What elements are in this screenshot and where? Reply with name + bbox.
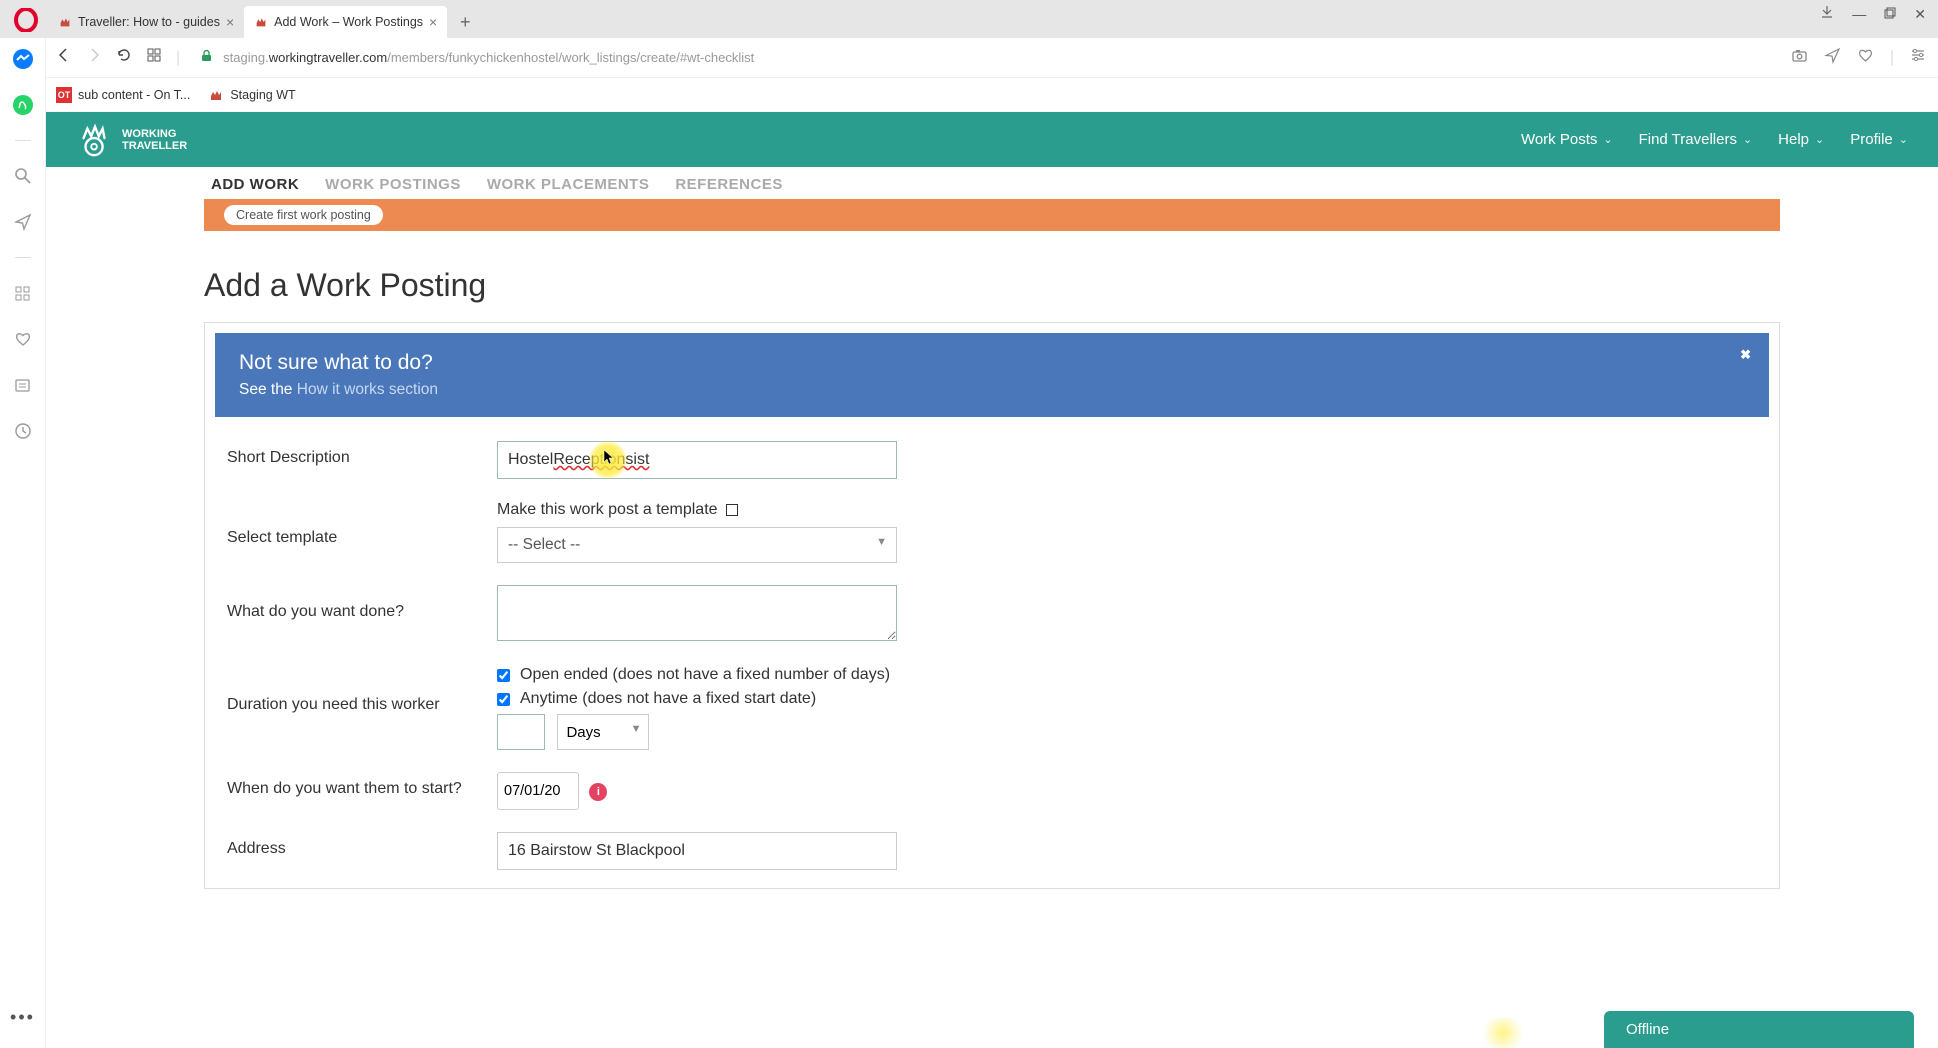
chevron-down-icon: ⌄ [1899, 133, 1908, 146]
address-label: Address [227, 832, 497, 858]
bookmark-item[interactable]: OT sub content - On T... [56, 87, 190, 103]
duration-count-input[interactable] [497, 714, 545, 750]
back-button[interactable] [56, 47, 72, 68]
info-badge-icon[interactable]: i [589, 783, 607, 801]
subnav-tabs: ADD WORK WORK POSTINGS WORK PLACEMENTS R… [46, 167, 1938, 199]
opera-sidebar: ••• [0, 38, 46, 1048]
page-viewport: WORKING TRAVELLER Work Posts⌄ Find Trave… [46, 112, 1938, 1048]
duration-label: Duration you need this worker [227, 668, 497, 714]
browser-tab[interactable]: Add Work – Work Postings × [244, 6, 447, 38]
grid-icon[interactable] [12, 282, 34, 304]
chat-offline-badge[interactable]: Offline [1604, 1011, 1914, 1048]
lock-icon [200, 49, 213, 67]
nav-findtravellers[interactable]: Find Travellers⌄ [1639, 131, 1753, 148]
download-icon[interactable] [1820, 5, 1834, 22]
more-icon[interactable]: ••• [12, 1006, 34, 1028]
close-icon[interactable]: ✖ [1740, 347, 1751, 363]
chevron-down-icon: ⌄ [1815, 133, 1824, 146]
tab-workplacements[interactable]: WORK PLACEMENTS [487, 176, 650, 199]
whatsapp-icon[interactable] [12, 94, 34, 116]
bookmark-bar: OT sub content - On T... Staging WT [0, 78, 1938, 112]
speeddial-icon[interactable] [146, 47, 162, 68]
tab-workpostings[interactable]: WORK POSTINGS [325, 176, 461, 199]
page-title: Add a Work Posting [204, 267, 1938, 304]
news-icon[interactable] [12, 374, 34, 396]
form-card: Not sure what to do? See the How it work… [204, 322, 1780, 889]
send-icon[interactable] [12, 211, 34, 233]
template-select[interactable]: -- Select -- [497, 527, 897, 563]
tab-addwork[interactable]: ADD WORK [211, 176, 299, 199]
heart-icon[interactable] [1857, 47, 1874, 69]
site-header: WORKING TRAVELLER Work Posts⌄ Find Trave… [46, 112, 1938, 167]
onetab-icon: OT [56, 87, 72, 103]
start-date-label: When do you want them to start? [227, 772, 497, 798]
logo-text: TRAVELLER [122, 140, 187, 152]
hand-icon [208, 87, 224, 103]
settings-slider-icon[interactable] [1910, 47, 1926, 68]
tab-title: Add Work – Work Postings [274, 15, 423, 29]
nav-profile[interactable]: Profile⌄ [1850, 131, 1908, 148]
checklist-bar: Create first work posting [204, 199, 1780, 231]
close-window-icon[interactable]: ✕ [1914, 6, 1926, 23]
help-banner: Not sure what to do? See the How it work… [215, 333, 1769, 417]
help-heading: Not sure what to do? [239, 351, 1745, 375]
reload-button[interactable] [116, 47, 132, 68]
bookmark-item[interactable]: Staging WT [208, 87, 295, 103]
checkbox-icon[interactable] [497, 693, 510, 706]
help-link[interactable]: How it works section [297, 381, 438, 398]
heart-icon[interactable] [12, 328, 34, 350]
anytime-checkbox[interactable]: Anytime (does not have a fixed start dat… [497, 690, 1757, 708]
short-desc-label: Short Description [227, 441, 497, 467]
help-text: See the How it works section [239, 381, 1745, 399]
camera-icon[interactable] [1791, 47, 1808, 69]
nav-help[interactable]: Help⌄ [1778, 131, 1824, 148]
browser-nav-bar: | staging.workingtraveller.com/members/f… [0, 38, 1938, 78]
checklist-chip[interactable]: Create first work posting [224, 205, 383, 225]
open-ended-checkbox[interactable]: Open ended (does not have a fixed number… [497, 666, 1757, 684]
what-done-textarea[interactable] [497, 585, 897, 641]
messenger-icon[interactable] [12, 48, 34, 70]
history-icon[interactable] [12, 420, 34, 442]
checkbox-icon[interactable] [497, 669, 510, 682]
browser-tab-strip: Traveller: How to - guides × Add Work – … [0, 0, 1938, 38]
minimize-icon[interactable]: — [1852, 6, 1866, 23]
hand-icon [58, 15, 72, 29]
send-icon[interactable] [1824, 47, 1841, 69]
maximize-icon[interactable] [1884, 6, 1896, 23]
hand-logo-icon [76, 121, 114, 159]
address-bar[interactable]: staging.workingtraveller.com/members/fun… [200, 49, 1777, 67]
address-input[interactable] [497, 832, 897, 870]
search-icon[interactable] [12, 165, 34, 187]
short-desc-input[interactable]: Hostel Receptionsist [497, 441, 897, 479]
chevron-down-icon: ⌄ [1603, 133, 1612, 146]
window-controls: — ✕ [1820, 6, 1926, 23]
bookmark-label: sub content - On T... [78, 88, 190, 102]
logo-text: WORKING [122, 128, 187, 140]
checkbox-icon[interactable] [726, 504, 738, 516]
url-text: staging.workingtraveller.com/members/fun… [223, 50, 754, 65]
forward-button [86, 47, 102, 68]
start-date-input[interactable] [497, 772, 579, 810]
bookmark-label: Staging WT [230, 88, 295, 102]
template-checkbox-row[interactable]: Make this work post a template [497, 501, 1757, 519]
duration-unit-select[interactable]: Days [557, 714, 649, 750]
tab-references[interactable]: REFERENCES [675, 176, 783, 199]
tab-title: Traveller: How to - guides [78, 15, 220, 29]
what-done-label: What do you want done? [227, 585, 497, 621]
nav-workposts[interactable]: Work Posts⌄ [1521, 131, 1613, 148]
site-logo[interactable]: WORKING TRAVELLER [76, 121, 187, 159]
new-tab-button[interactable]: + [451, 8, 479, 36]
divider [15, 257, 31, 258]
hand-icon [254, 15, 268, 29]
opera-logo[interactable] [14, 8, 38, 32]
close-icon[interactable]: × [226, 14, 234, 30]
select-template-label: Select template [227, 501, 497, 547]
divider [15, 140, 31, 141]
browser-tab[interactable]: Traveller: How to - guides × [48, 6, 244, 38]
close-icon[interactable]: × [429, 14, 437, 30]
chevron-down-icon: ⌄ [1743, 133, 1752, 146]
